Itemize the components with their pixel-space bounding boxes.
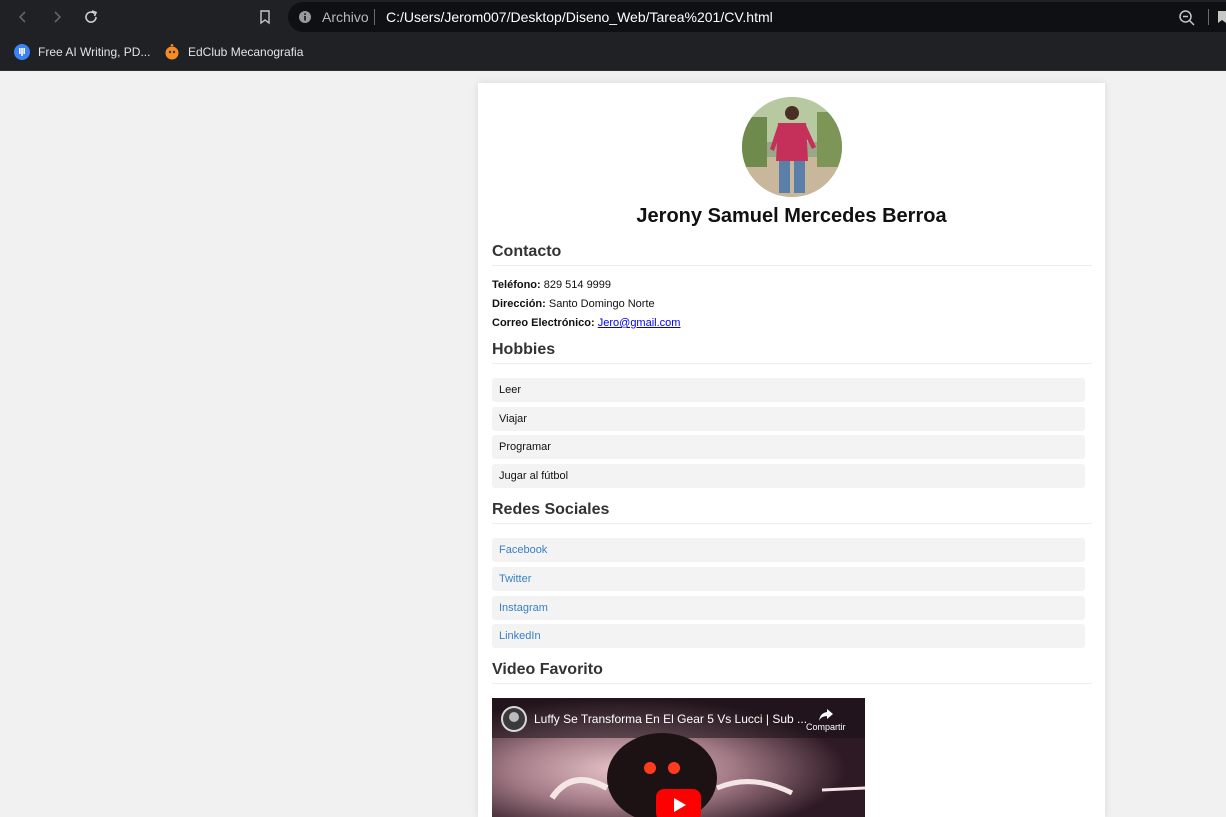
- phone-value: 829 514 9999: [543, 279, 612, 291]
- channel-avatar-icon[interactable]: [501, 706, 527, 732]
- youtube-embed[interactable]: Luffy Se Transforma En El Gear 5 Vs Lucc…: [492, 698, 865, 817]
- social-link-linkedin[interactable]: LinkedIn: [492, 624, 1085, 648]
- address-value: Santo Domingo Norte: [548, 298, 655, 310]
- info-icon[interactable]: [298, 10, 312, 24]
- share-label: Compartir: [806, 722, 846, 732]
- email-line: Correo Electrónico: Jero@gmail.com: [492, 317, 680, 329]
- hobby-item: Programar: [492, 435, 1085, 459]
- extension-icon[interactable]: [1216, 9, 1226, 25]
- social-link-twitter[interactable]: Twitter: [492, 567, 1085, 591]
- zoom-icon[interactable]: [1178, 9, 1196, 27]
- forward-button[interactable]: [47, 7, 67, 27]
- address-line: Dirección: Santo Domingo Norte: [492, 298, 655, 310]
- social-heading: Redes Sociales: [492, 501, 1092, 524]
- toolbar-divider: [1208, 9, 1209, 25]
- video-title[interactable]: Luffy Se Transforma En El Gear 5 Vs Lucc…: [534, 712, 807, 726]
- video-heading: Video Favorito: [492, 661, 1092, 684]
- browser-toolbar: Archivo C:/Users/Jerom007/Desktop/Diseno…: [0, 0, 1226, 34]
- contact-heading: Contacto: [492, 243, 1092, 266]
- address-bar[interactable]: Archivo C:/Users/Jerom007/Desktop/Diseno…: [288, 2, 1226, 32]
- email-label: Correo Electrónico:: [492, 317, 595, 329]
- hobby-item: Leer: [492, 378, 1085, 402]
- bookmark-free-ai-writing[interactable]: Free AI Writing, PD...: [14, 42, 150, 62]
- social-link-instagram[interactable]: Instagram: [492, 596, 1085, 620]
- share-button[interactable]: Compartir: [806, 708, 846, 732]
- hobbies-heading: Hobbies: [492, 341, 1092, 364]
- reload-button[interactable]: [81, 7, 101, 27]
- url-text[interactable]: C:/Users/Jerom007/Desktop/Diseno_Web/Tar…: [386, 9, 773, 25]
- bookmarks-bar: Free AI Writing, PD... EdClub Mecanograf…: [0, 34, 1226, 71]
- phone-label: Teléfono:: [492, 279, 541, 291]
- cv-card: Jerony Samuel Mercedes Berroa Contacto T…: [478, 83, 1105, 817]
- email-link[interactable]: Jero@gmail.com: [598, 317, 681, 329]
- hobby-item: Jugar al fútbol: [492, 464, 1085, 488]
- hobby-item: Viajar: [492, 407, 1085, 431]
- youtube-play-icon[interactable]: [656, 789, 701, 817]
- bookmark-icon: [260, 10, 270, 25]
- address-label: Dirección:: [492, 298, 546, 310]
- profile-photo: [742, 97, 842, 197]
- bookmark-edclub[interactable]: EdClub Mecanografia: [164, 42, 303, 62]
- forward-arrow-icon: [54, 11, 62, 23]
- ai-writing-icon: [14, 44, 30, 60]
- edclub-icon: [165, 44, 179, 60]
- back-arrow-icon: [18, 11, 26, 23]
- full-name: Jerony Samuel Mercedes Berroa: [636, 205, 947, 227]
- omnibox-separator: [374, 9, 375, 25]
- bookmark-label: Free AI Writing, PD...: [38, 45, 151, 59]
- file-scheme-label: Archivo: [322, 9, 369, 25]
- bookmark-label: EdClub Mecanografia: [188, 45, 304, 59]
- back-button[interactable]: [13, 7, 33, 27]
- reload-icon: [85, 10, 98, 23]
- share-icon: [818, 709, 833, 721]
- social-link-facebook[interactable]: Facebook: [492, 538, 1085, 562]
- bookmark-page-button[interactable]: [255, 7, 275, 27]
- phone-line: Teléfono: 829 514 9999: [492, 279, 611, 291]
